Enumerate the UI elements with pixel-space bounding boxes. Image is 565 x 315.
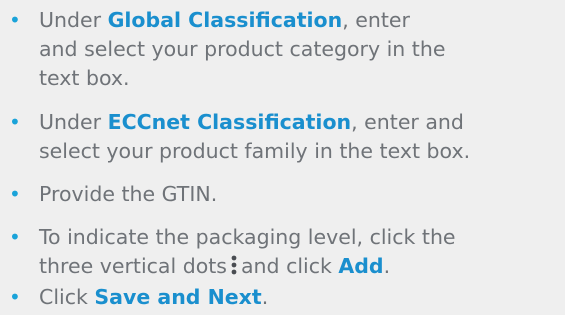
step-text: Under ECCnet Classification, enter and s… xyxy=(39,108,565,166)
step-text: Click Save and Next. xyxy=(39,283,565,312)
step-text-lead: Under xyxy=(39,8,108,32)
step-text-middle: and click xyxy=(240,254,339,278)
eccnet-classification-label: ECCnet Classification xyxy=(107,110,352,134)
step-text-lead: Click xyxy=(39,285,95,309)
bullet-icon: • xyxy=(9,182,21,206)
bullet-icon: • xyxy=(9,225,21,249)
step-text: To indicate the packaging level, click t… xyxy=(39,223,565,281)
bullet-icon: • xyxy=(9,285,21,309)
add-label: Add xyxy=(338,254,384,278)
vertical-dots-icon xyxy=(231,255,237,275)
step-text-lead: Under xyxy=(39,110,108,134)
bullet-icon: • xyxy=(9,110,21,134)
save-and-next-label: Save and Next xyxy=(94,285,262,309)
step-text: Under Global Classification, enter and s… xyxy=(39,6,565,93)
global-classification-label: Global Classification xyxy=(107,8,343,32)
step-text: Provide the GTIN. xyxy=(39,182,218,206)
bullet-icon: • xyxy=(9,8,21,32)
step-text-rest: . xyxy=(261,285,269,309)
step-text-rest: . xyxy=(383,254,391,278)
